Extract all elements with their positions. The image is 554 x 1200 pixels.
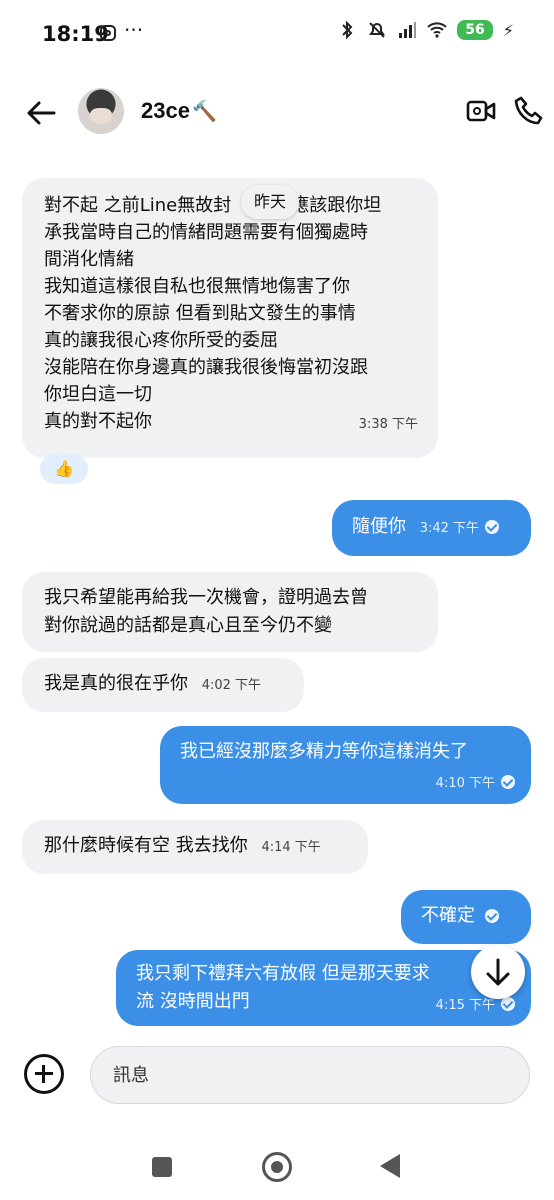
read-check-icon xyxy=(501,997,515,1011)
message-line: 我只希望能再給我一次機會，證明過去曾 xyxy=(44,587,368,608)
message-line: 我只剩下禮拜六有放假 但是那天要求 xyxy=(136,963,430,984)
message-text: 隨便你 xyxy=(352,516,406,537)
more-notifications-icon: ··· xyxy=(124,18,144,42)
message-line: 真的讓我很心疼你所受的委屈 xyxy=(44,330,278,351)
message-time: 4:15 下午 xyxy=(435,998,495,1013)
signal-icon xyxy=(399,22,417,38)
system-back-icon[interactable] xyxy=(380,1154,400,1178)
contact-username: 23ce xyxy=(141,98,190,123)
instagram-icon xyxy=(100,25,116,41)
message-line: 對你說過的話都是真心且至今仍不變 xyxy=(44,615,332,636)
status-time: 18:19 xyxy=(42,22,109,46)
message-incoming[interactable]: 對不起 之前Line無故封 應該跟你坦 承我當時自己的情緒問題需要有個獨處時 間消… xyxy=(22,178,438,458)
status-bar: 18:19 ··· 56 ⚡ xyxy=(0,0,554,70)
contact-name[interactable]: 23ce 🔨 xyxy=(141,98,217,124)
message-text: 不確定 xyxy=(421,905,475,926)
message-line: 承我當時自己的情緒問題需要有個獨處時 xyxy=(44,222,368,243)
message-line: 我知道這樣很自私也很無情地傷害了你 xyxy=(44,276,350,297)
message-time: 4:10 下午 xyxy=(435,776,495,791)
message-text: 我是真的很在乎你 xyxy=(44,673,188,694)
message-composer xyxy=(90,1046,530,1104)
home-icon[interactable] xyxy=(262,1152,292,1182)
message-line: 你坦白這一切 xyxy=(44,384,152,405)
read-check-icon xyxy=(485,520,500,534)
message-outgoing[interactable]: 我只剩下禮拜六有放假 但是那天要求 流 沒時間出門 4:15 下午 xyxy=(116,950,531,1026)
message-outgoing[interactable]: 不確定 xyxy=(401,890,531,944)
system-nav-bar xyxy=(0,1140,554,1200)
video-call-icon[interactable] xyxy=(466,98,496,124)
message-line: 間消化情緒 xyxy=(44,249,134,270)
mute-icon xyxy=(369,22,386,38)
message-incoming[interactable]: 我是真的很在乎你 4:02 下午 xyxy=(22,658,304,712)
message-incoming[interactable]: 那什麼時候有空 我去找你 4:14 下午 xyxy=(22,820,368,874)
message-incoming[interactable]: 我只希望能再給我一次機會，證明過去曾 對你說過的話都是真心且至今仍不變 xyxy=(22,572,438,652)
avatar[interactable] xyxy=(78,88,124,134)
phone-call-icon[interactable] xyxy=(513,95,545,127)
chat-header: 23ce 🔨 xyxy=(0,70,554,160)
arrow-down-icon xyxy=(486,958,510,986)
message-time: 3:38 下午 xyxy=(358,417,418,432)
message-line: 不奢求你的原諒 但看到貼文發生的事情 xyxy=(44,303,356,324)
message-outgoing[interactable]: 我已經沒那麼多精力等你這樣消失了 4:10 下午 xyxy=(160,726,531,804)
message-line: 流 沒時間出門 xyxy=(136,991,250,1012)
battery-icon: 56 xyxy=(457,20,493,40)
message-text: 我已經沒那麼多精力等你這樣消失了 xyxy=(180,741,468,762)
read-check-icon xyxy=(501,775,515,789)
add-attachment-button[interactable] xyxy=(24,1054,64,1094)
message-text: 那什麼時候有空 我去找你 xyxy=(44,835,248,856)
message-input[interactable] xyxy=(91,1047,529,1103)
scroll-to-bottom-button[interactable] xyxy=(471,945,525,999)
charging-icon: ⚡ xyxy=(502,20,514,40)
hammer-emoji: 🔨 xyxy=(191,101,217,123)
bluetooth-icon xyxy=(342,20,353,40)
thumbs-up-reaction[interactable]: 👍 xyxy=(40,454,88,484)
message-line: 真的對不起你 xyxy=(44,411,152,432)
message-time: 4:14 下午 xyxy=(261,840,321,855)
day-separator: 昨天 xyxy=(241,185,299,219)
recent-apps-icon[interactable] xyxy=(152,1157,172,1177)
message-time: 3:42 下午 xyxy=(419,521,480,536)
message-outgoing[interactable]: 隨便你 3:42 下午 xyxy=(332,500,531,556)
message-line: 應該跟你坦 xyxy=(291,195,382,216)
wifi-icon xyxy=(427,22,447,38)
back-arrow-icon[interactable] xyxy=(24,96,58,130)
message-line: 對不起 之前Line無故封 xyxy=(44,195,232,216)
message-line: 沒能陪在你身邊真的讓我很後悔當初沒跟 xyxy=(44,357,368,378)
message-time: 4:02 下午 xyxy=(201,678,262,693)
read-check-icon xyxy=(485,909,499,923)
